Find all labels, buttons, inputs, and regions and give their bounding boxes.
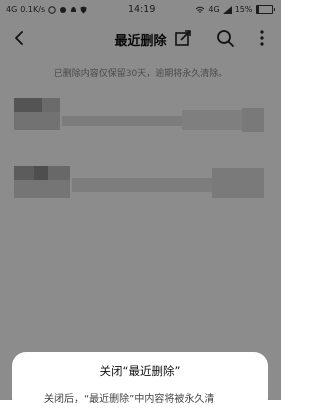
dialog-body: 关闭后，“最近删除”中内容将被永久清 [44, 394, 215, 405]
dialog-title: 关闭“最近删除” [99, 364, 181, 378]
close-dialog-sheet: 关闭“最近删除” 关闭后，“最近删除”中内容将被永久清 [12, 352, 268, 412]
modal-overlay[interactable] [0, 0, 281, 400]
